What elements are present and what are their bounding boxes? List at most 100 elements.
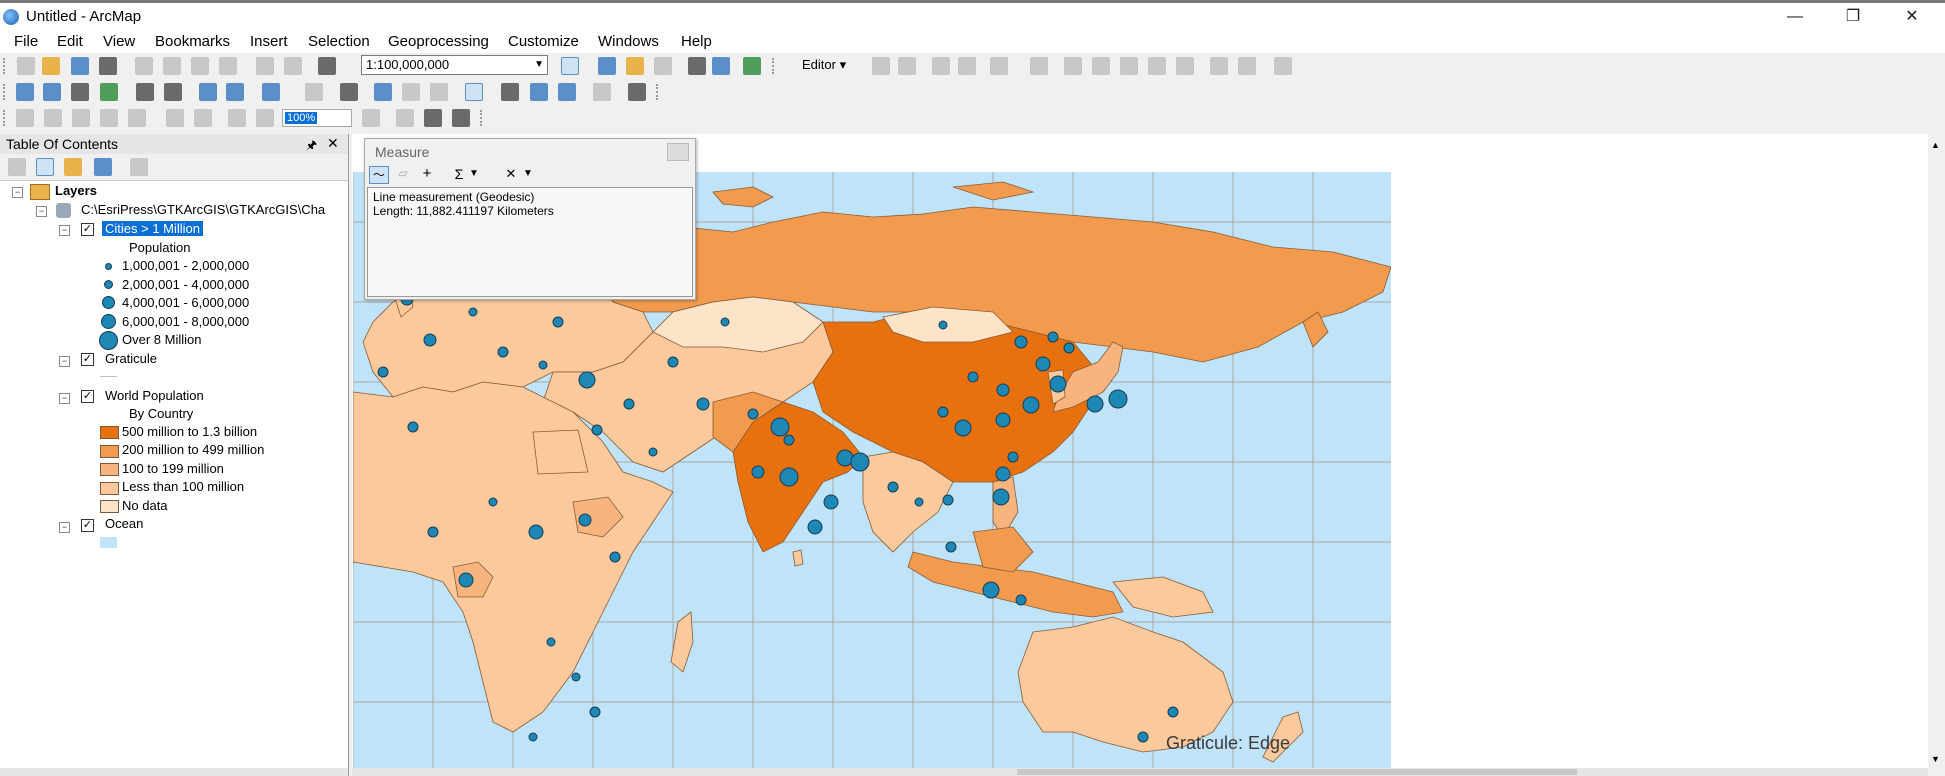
collapse-dataframe-icon[interactable]: − — [36, 206, 47, 217]
layout-pan-icon[interactable] — [72, 109, 90, 127]
time-slider-icon[interactable] — [558, 83, 576, 101]
sketch-properties-icon[interactable] — [1210, 57, 1228, 75]
pan-icon[interactable] — [71, 83, 89, 101]
measure-window[interactable]: Measure 〜 ▱ + Σ ▼ ✕ ▼ Line measurement (… — [364, 138, 696, 300]
hyperlink-icon[interactable] — [402, 83, 420, 101]
menu-view[interactable]: View — [103, 33, 135, 50]
map-horizontal-scrollbar[interactable] — [352, 768, 1928, 776]
undo-icon[interactable] — [256, 57, 274, 75]
go-to-xy-icon[interactable] — [530, 83, 548, 101]
cut-icon[interactable] — [135, 57, 153, 75]
curve-icon[interactable] — [958, 57, 976, 75]
scroll-up-icon[interactable]: ▲ — [1931, 140, 1940, 150]
collapse-ocean-icon[interactable]: − — [59, 522, 70, 533]
full-extent-icon[interactable] — [100, 83, 118, 101]
map-scale-combo[interactable]: 1:100,000,000 ▼ — [361, 55, 548, 75]
zoom-out-icon[interactable] — [43, 83, 61, 101]
units-dropdown-icon[interactable]: ▼ — [469, 168, 479, 179]
arctoolbox-icon[interactable] — [688, 57, 706, 75]
html-popup-icon[interactable] — [430, 83, 448, 101]
collapse-world-population-icon[interactable]: − — [59, 393, 70, 404]
delete-icon[interactable] — [219, 57, 237, 75]
go-forward-icon[interactable] — [226, 83, 244, 101]
menu-edit[interactable]: Edit — [57, 33, 83, 50]
toolbar-grip[interactable] — [656, 84, 666, 100]
collapse-cities-icon[interactable]: − — [59, 225, 70, 236]
maximize-button[interactable]: ❐ — [1830, 3, 1876, 31]
cities-layer-label[interactable]: Cities > 1 Million — [102, 221, 204, 236]
measure-feature-icon[interactable]: + — [417, 166, 437, 184]
model-builder-icon[interactable] — [743, 57, 761, 75]
graticule-visibility-checkbox[interactable]: ✓ — [81, 353, 94, 366]
paste-icon[interactable] — [191, 57, 209, 75]
menu-selection[interactable]: Selection — [308, 33, 370, 50]
toolbar-grip[interactable] — [772, 58, 782, 74]
layout-zoom-out-icon[interactable] — [44, 109, 62, 127]
add-data-icon[interactable] — [318, 57, 336, 75]
copy-icon[interactable] — [163, 57, 181, 75]
menu-windows[interactable]: Windows — [598, 33, 659, 50]
attributes-icon[interactable] — [1176, 57, 1194, 75]
cut-polygons-icon[interactable] — [1092, 57, 1110, 75]
menu-bookmarks[interactable]: Bookmarks — [155, 33, 230, 50]
layout-zoom-combo[interactable]: 100% — [282, 109, 352, 127]
find-icon[interactable] — [501, 83, 519, 101]
toc-close-icon[interactable]: ✕ — [327, 135, 339, 152]
world-population-layer-label[interactable]: World Population — [105, 388, 204, 403]
fixed-layout-zoom-in-icon[interactable] — [166, 109, 184, 127]
list-by-drawing-order-icon[interactable] — [8, 158, 26, 176]
map-vertical-scrollbar[interactable]: ▲ ▼ — [1928, 134, 1945, 770]
focus-data-frame-icon[interactable] — [396, 109, 414, 127]
scroll-down-icon[interactable]: ▼ — [1931, 754, 1940, 764]
create-features-icon[interactable] — [1238, 57, 1256, 75]
measure-options-dropdown-icon[interactable]: ▼ — [523, 168, 533, 179]
collapse-layers-icon[interactable]: − — [12, 187, 23, 198]
print-icon[interactable] — [99, 57, 117, 75]
layout-forward-icon[interactable] — [256, 109, 274, 127]
show-total-icon[interactable]: Σ — [449, 166, 469, 184]
table-of-contents-icon[interactable] — [598, 57, 616, 75]
clear-measure-icon[interactable]: ✕ — [501, 166, 521, 184]
split-icon[interactable] — [1120, 57, 1138, 75]
zoom-whole-page-icon[interactable] — [100, 109, 118, 127]
python-window-icon[interactable] — [712, 57, 730, 75]
ocean-layer-label[interactable]: Ocean — [105, 516, 143, 531]
list-by-source-icon[interactable] — [36, 158, 54, 176]
list-by-selection-icon[interactable] — [94, 158, 112, 176]
select-elements-icon[interactable] — [340, 83, 358, 101]
data-driven-pages-icon[interactable] — [452, 109, 470, 127]
editor-options-icon[interactable] — [1274, 57, 1292, 75]
edit-vertices-icon[interactable] — [1030, 57, 1048, 75]
measure-area-icon[interactable]: ▱ — [393, 166, 413, 184]
identify-icon[interactable] — [374, 83, 392, 101]
editor-menu-button[interactable]: Editor ▾ — [802, 57, 846, 73]
measure-close-button[interactable] — [667, 143, 689, 161]
menu-help[interactable]: Help — [681, 33, 712, 50]
zoom-in-icon[interactable] — [16, 83, 34, 101]
list-by-visibility-icon[interactable] — [64, 158, 82, 176]
minimize-button[interactable]: — — [1772, 3, 1818, 31]
rotate-icon[interactable] — [1148, 57, 1166, 75]
toc-options-icon[interactable] — [130, 158, 148, 176]
fixed-layout-zoom-out-icon[interactable] — [194, 109, 212, 127]
menu-file[interactable]: File — [14, 33, 38, 50]
reshape-icon[interactable] — [1064, 57, 1082, 75]
straight-segment-icon[interactable] — [932, 57, 950, 75]
toc-horizontal-scrollbar[interactable] — [0, 768, 348, 776]
editor-toolbar-toggle-icon[interactable] — [561, 57, 579, 75]
redo-icon[interactable] — [284, 57, 302, 75]
measure-line-icon[interactable]: 〜 — [369, 166, 389, 184]
open-icon[interactable] — [42, 57, 60, 75]
toolbar-grip[interactable] — [3, 84, 13, 100]
measure-icon[interactable] — [465, 83, 483, 101]
search-window-icon[interactable] — [654, 57, 672, 75]
edit-tool-icon[interactable] — [872, 57, 890, 75]
go-back-icon[interactable] — [199, 83, 217, 101]
layers-root-label[interactable]: Layers — [55, 183, 97, 198]
layout-back-icon[interactable] — [228, 109, 246, 127]
toggle-draft-mode-icon[interactable] — [362, 109, 380, 127]
change-layout-icon[interactable] — [424, 109, 442, 127]
menu-customize[interactable]: Customize — [508, 33, 579, 50]
fixed-zoom-in-icon[interactable] — [136, 83, 154, 101]
catalog-window-icon[interactable] — [626, 57, 644, 75]
